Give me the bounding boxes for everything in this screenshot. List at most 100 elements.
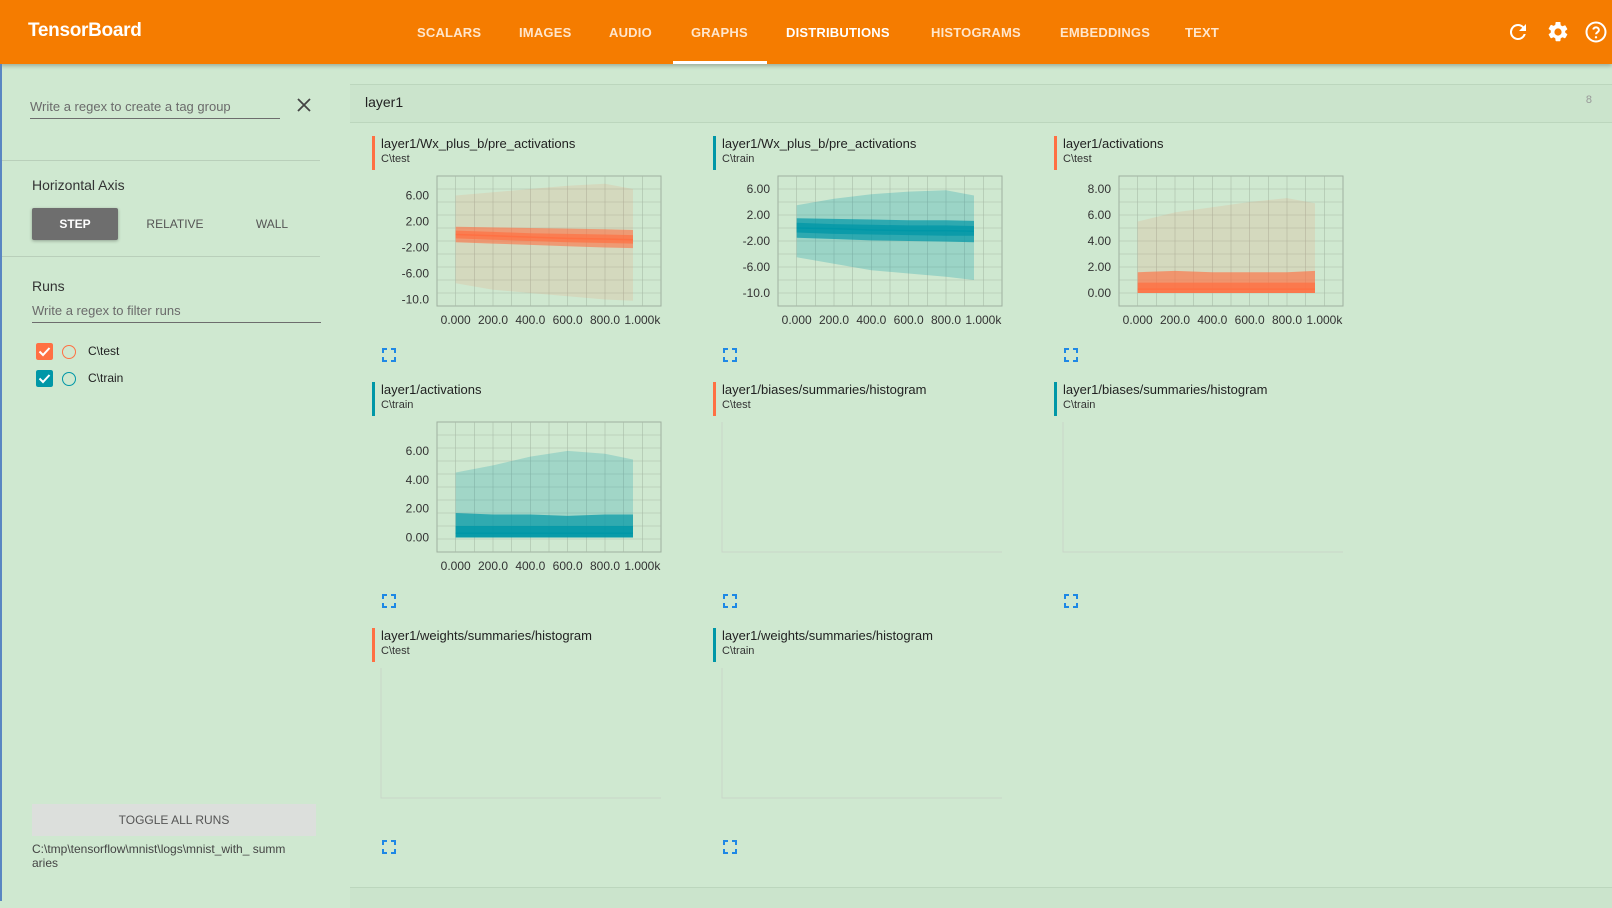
card-title: layer1/Wx_plus_b/pre_activations	[722, 136, 917, 151]
y-tick-label: 6.00	[1088, 208, 1112, 222]
distribution-chart[interactable]: 6.00 2.00 -2.00 -6.00 -10.0 0.000 200.0 400.0 60…	[372, 172, 682, 342]
card-run-name: C\train	[722, 645, 755, 657]
run-color-bar	[372, 382, 375, 416]
fullscreen-icon[interactable]	[382, 348, 396, 362]
log-directory-path: C:\tmp\tensorflow\mnist\logs\mnist_with_…	[32, 842, 286, 870]
distribution-card: layer1/biases/summaries/histogram C\train	[1054, 382, 1364, 612]
run-color-bar	[713, 136, 716, 170]
y-tick-label: 2.00	[747, 208, 771, 222]
fullscreen-icon[interactable]	[382, 840, 396, 854]
run-color-bar	[1054, 382, 1057, 416]
distribution-card: layer1/activations C\test 8.00 6.00 4.00 2.00…	[1054, 136, 1364, 366]
fullscreen-icon[interactable]	[723, 348, 737, 362]
settings-icon[interactable]	[1546, 20, 1570, 44]
distribution-chart[interactable]: 8.00 6.00 4.00 2.00 0.00 0.000 200.0 400.0 600.0…	[1054, 172, 1364, 342]
clear-icon[interactable]	[296, 97, 312, 113]
checkbox-checked-icon[interactable]	[36, 343, 53, 360]
tab-graphs[interactable]: GRAPHS	[691, 25, 748, 40]
tag-group-regex-input[interactable]	[30, 94, 280, 119]
tab-embeddings[interactable]: EMBEDDINGS	[1060, 25, 1150, 40]
chart-axis	[721, 422, 1002, 553]
tag-group-count: 8	[1585, 94, 1592, 106]
runs-label: Runs	[32, 278, 65, 294]
tab-scalars[interactable]: SCALARS	[417, 25, 481, 40]
distribution-chart[interactable]	[372, 664, 682, 834]
tab-text[interactable]: TEXT	[1185, 25, 1219, 40]
chart-axis	[721, 668, 1002, 799]
card-title: layer1/biases/summaries/histogram	[722, 382, 927, 397]
x-tick-label: 1.000k	[624, 559, 661, 573]
distribution-card: layer1/activations C\train 6.00 4.00 2.00 0.0…	[372, 382, 682, 612]
run-color-bar	[713, 628, 716, 662]
x-tick-label: 800.0	[931, 313, 961, 327]
tag-group-title: layer1	[365, 94, 404, 110]
run-color-swatch[interactable]	[62, 345, 76, 359]
y-tick-label: 6.00	[406, 189, 430, 203]
toggle-all-runs-button[interactable]: TOGGLE ALL RUNS	[32, 804, 316, 836]
y-tick-label: -2.00	[743, 234, 771, 248]
tag-group-header[interactable]: layer1 8	[350, 84, 1612, 123]
card-run-name: C\train	[381, 399, 414, 411]
x-tick-label: 200.0	[1160, 313, 1190, 327]
sidebar: Horizontal Axis STEP RELATIVE WALL Runs …	[2, 64, 321, 901]
x-tick-label: 600.0	[894, 313, 924, 327]
x-tick-label: 0.000	[441, 313, 471, 327]
axis-wall-button[interactable]: WALL	[232, 208, 312, 240]
run-label: C\train	[88, 371, 124, 385]
y-tick-label: -2.00	[402, 241, 430, 255]
y-tick-label: 6.00	[747, 182, 771, 196]
tag-group-header-next[interactable]	[350, 887, 1612, 908]
chart-axis	[1062, 422, 1343, 553]
tab-images[interactable]: IMAGES	[519, 25, 571, 40]
card-title: layer1/biases/summaries/histogram	[1063, 382, 1268, 397]
runs-filter-input[interactable]	[32, 298, 321, 323]
distribution-band	[455, 526, 633, 538]
axis-relative-button[interactable]: RELATIVE	[130, 208, 220, 240]
distribution-chart[interactable]: 6.00 2.00 -2.00 -6.00 -10.0 0.000 200.0 400.0 60…	[713, 172, 1023, 342]
fullscreen-icon[interactable]	[1064, 594, 1078, 608]
checkbox-checked-icon[interactable]	[36, 370, 53, 387]
run-label: C\test	[88, 344, 120, 358]
help-icon[interactable]	[1584, 20, 1608, 44]
fullscreen-icon[interactable]	[723, 840, 737, 854]
divider	[2, 256, 320, 257]
card-run-name: C\test	[381, 645, 410, 657]
x-tick-label: 0.000	[441, 559, 471, 573]
fullscreen-icon[interactable]	[723, 594, 737, 608]
x-tick-label: 400.0	[1197, 313, 1227, 327]
fullscreen-icon[interactable]	[382, 594, 396, 608]
card-title: layer1/weights/summaries/histogram	[381, 628, 592, 643]
y-tick-label: 0.00	[1088, 286, 1112, 300]
x-tick-label: 800.0	[590, 313, 620, 327]
x-tick-label: 0.000	[782, 313, 812, 327]
card-run-name: C\test	[381, 153, 410, 165]
card-title: layer1/Wx_plus_b/pre_activations	[381, 136, 576, 151]
distribution-chart[interactable]	[1054, 418, 1364, 588]
x-tick-label: 600.0	[553, 313, 583, 327]
distribution-chart[interactable]: 6.00 4.00 2.00 0.00 0.000 200.0 400.0 600.0 800.…	[372, 418, 682, 588]
app-title: TensorBoard	[28, 20, 142, 41]
distribution-band	[1137, 282, 1315, 293]
run-color-bar	[372, 136, 375, 170]
distribution-chart[interactable]	[713, 664, 1023, 834]
y-tick-label: -10.0	[402, 293, 430, 307]
tab-distributions[interactable]: DISTRIBUTIONS	[786, 25, 890, 40]
y-tick-label: -6.00	[402, 267, 430, 281]
tab-audio[interactable]: AUDIO	[609, 25, 652, 40]
x-tick-label: 1.000k	[965, 313, 1002, 327]
axis-step-button[interactable]: STEP	[32, 208, 118, 240]
run-color-swatch[interactable]	[62, 372, 76, 386]
top-app-bar: TensorBoard SCALARS IMAGES AUDIO GRAPHS …	[0, 0, 1612, 64]
x-tick-label: 1.000k	[1306, 313, 1343, 327]
tab-histograms[interactable]: HISTOGRAMS	[931, 25, 1021, 40]
run-color-bar	[1054, 136, 1057, 170]
run-color-bar	[713, 382, 716, 416]
x-tick-label: 600.0	[553, 559, 583, 573]
y-tick-label: 4.00	[406, 473, 430, 487]
card-title: layer1/weights/summaries/histogram	[722, 628, 933, 643]
distribution-chart[interactable]	[713, 418, 1023, 588]
x-tick-label: 0.000	[1123, 313, 1153, 327]
fullscreen-icon[interactable]	[1064, 348, 1078, 362]
refresh-icon[interactable]	[1506, 20, 1530, 44]
active-tab-indicator	[673, 61, 767, 64]
